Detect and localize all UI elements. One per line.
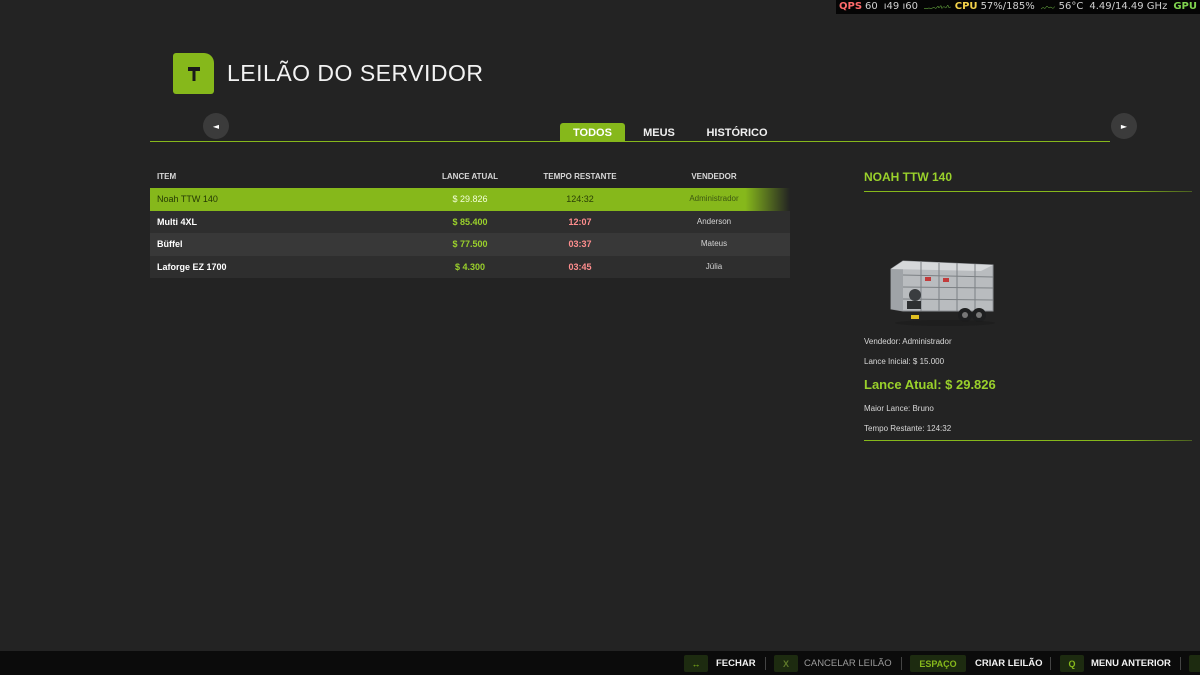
key-hint-more (1189, 655, 1200, 672)
footer-separator (901, 657, 902, 670)
frametime-graph-icon (923, 4, 951, 9)
key-hint-cancel: X (774, 655, 798, 672)
fps-label: QPS (839, 1, 863, 12)
detail-title: NOAH TTW 140 (864, 170, 953, 184)
row-current-bid: $ 77.500 (452, 239, 488, 249)
key-hint-create: ESPAÇO (910, 655, 966, 672)
performance-overlay: QPS 60 ı49 ı60 CPU 57%/185% 56°C 4.49/14… (836, 0, 1200, 14)
previous-menu-button[interactable]: MENU ANTERIOR (1091, 655, 1171, 672)
temperature-value: 56°C (1058, 1, 1084, 12)
fps-value: 60 (865, 1, 878, 12)
detail-divider-bottom (864, 440, 1192, 441)
action-bar: ↔ FECHAR X CANCELAR LEILÃO ESPAÇO CRIAR … (0, 651, 1200, 675)
frame-value: ı49 ı60 (883, 1, 918, 12)
column-header-item: ITEM (157, 172, 177, 181)
trailer-image (890, 260, 995, 326)
auction-list: Noah TTW 140 $ 29.826 124:32 Administrad… (150, 188, 790, 278)
detail-time-left: Tempo Restante: 124:32 (864, 424, 952, 433)
create-auction-button[interactable]: CRIAR LEILÃO (975, 655, 1043, 672)
page-title: LEILÃO DO SERVIDOR (227, 60, 484, 86)
row-current-bid: $ 29.826 (452, 194, 488, 204)
row-seller: Júlia (705, 261, 723, 271)
key-hint-close: ↔ (684, 655, 708, 672)
row-seller: Mateus (700, 239, 728, 248)
detail-initial-bid: Lance Inicial: $ 15.000 (864, 357, 945, 366)
tab-todos[interactable]: TODOS (560, 123, 625, 142)
row-time-left: 124:32 (566, 194, 594, 204)
detail-highest-bidder: Maior Lance: Bruno (864, 404, 934, 413)
tab-divider (150, 141, 1110, 142)
row-item-name: Büffel (157, 239, 183, 249)
table-header: ITEM LANCE ATUAL TEMPO RESTANTE VENDEDOR (150, 172, 790, 184)
tab-historico[interactable]: HISTÓRICO (698, 123, 776, 142)
row-seller: Anderson (696, 216, 732, 226)
column-header-seller: VENDEDOR (691, 172, 737, 181)
column-header-bid: LANCE ATUAL (442, 172, 498, 181)
row-seller: Administrador (689, 194, 739, 203)
table-row[interactable]: Multi 4XL $ 85.400 12:07 Anderson (150, 210, 790, 233)
footer-separator (1180, 657, 1181, 670)
table-row[interactable]: Laforge EZ 1700 $ 4.300 03:45 Júlia (150, 255, 790, 278)
tab-meus[interactable]: MEUS (636, 123, 682, 142)
row-current-bid: $ 85.400 (452, 216, 488, 227)
detail-divider-top (864, 191, 1192, 192)
tab-bar: TODOS MEUS HISTÓRICO (0, 123, 1200, 143)
cpu-value: 57%/185% (980, 1, 1035, 12)
cpu-graph-icon (1040, 5, 1055, 10)
row-time-left: 12:07 (568, 216, 592, 227)
table-row[interactable]: Büffel $ 77.500 03:37 Mateus (150, 233, 790, 256)
row-item-name: Multi 4XL (157, 216, 197, 227)
row-item-name: Noah TTW 140 (157, 194, 218, 204)
cpu-label: CPU (954, 1, 978, 12)
row-time-left: 03:45 (568, 261, 592, 272)
footer-separator (1050, 657, 1051, 670)
column-header-time: TEMPO RESTANTE (543, 172, 617, 181)
row-time-left: 03:37 (568, 239, 592, 249)
row-item-name: Laforge EZ 1700 (157, 261, 227, 272)
memory-value: 4.49/14.49 GHz (1089, 1, 1168, 12)
detail-current-bid: Lance Atual: $ 29.826 (864, 377, 996, 392)
table-row[interactable]: Noah TTW 140 $ 29.826 124:32 Administrad… (150, 188, 790, 211)
gavel-icon (187, 66, 200, 81)
key-hint-back: Q (1060, 655, 1084, 672)
detail-seller: Vendedor: Administrador (864, 337, 952, 346)
gpu-label: GPU (1173, 1, 1197, 12)
cancel-auction-button[interactable]: CANCELAR LEILÃO (804, 655, 892, 672)
close-button[interactable]: FECHAR (716, 655, 756, 672)
row-current-bid: $ 4.300 (454, 261, 486, 272)
footer-separator (765, 657, 766, 670)
auction-logo (173, 53, 214, 94)
